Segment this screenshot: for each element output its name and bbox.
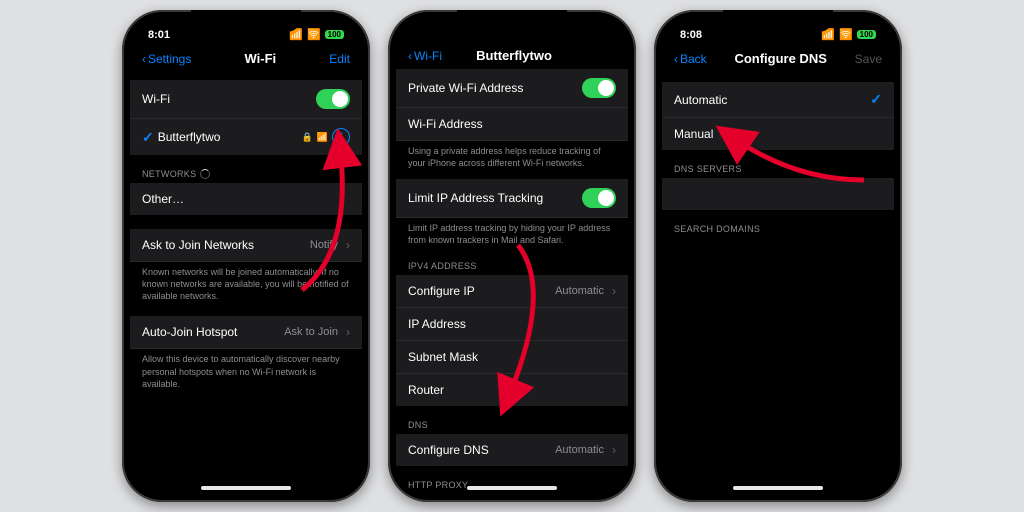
private-address-toggle[interactable] — [582, 78, 616, 98]
wifi-signal-icon: 📶 — [317, 132, 328, 143]
network-name: Butterflytwo — [158, 130, 221, 144]
nav-bar: ‹Wi-Fi Butterflytwo — [396, 42, 628, 71]
phone-network-details: ‹Wi-Fi Butterflytwo Private Wi-Fi Addres… — [388, 10, 636, 502]
other-network-row[interactable]: Other… — [130, 183, 362, 215]
chevron-right-icon: › — [346, 325, 350, 339]
wifi-icon: 🛜 — [839, 28, 853, 41]
hotspot-footer: Allow this device to automatically disco… — [130, 349, 362, 389]
wifi-address-row: Wi-Fi Address — [396, 108, 628, 141]
battery-icon: 100 — [857, 30, 876, 39]
ask-footer: Known networks will be joined automatica… — [130, 262, 362, 302]
save-button[interactable]: Save — [855, 52, 882, 66]
clock: 8:08 — [680, 29, 702, 41]
page-title: Configure DNS — [734, 51, 826, 66]
wifi-label: Wi-Fi — [142, 92, 170, 106]
chevron-left-icon: ‹ — [674, 52, 678, 66]
checkmark-icon: ✓ — [870, 91, 882, 108]
lock-icon: 🔒 — [302, 132, 313, 143]
ipv4-header: IPV4 ADDRESS — [396, 261, 628, 275]
clock: 8:01 — [148, 29, 170, 41]
dns-servers-header: DNS SERVERS — [662, 164, 894, 178]
address-footer: Using a private address helps reduce tra… — [396, 141, 628, 169]
dns-server-placeholder — [662, 178, 894, 210]
info-icon[interactable]: i — [332, 128, 350, 146]
wifi-toggle[interactable] — [316, 89, 350, 109]
configure-dns-row[interactable]: Configure DNS Automatic› — [396, 434, 628, 466]
wifi-icon: 🛜 — [307, 28, 321, 41]
ip-address-row: IP Address — [396, 308, 628, 341]
home-indicator[interactable] — [467, 486, 557, 490]
wifi-toggle-row[interactable]: Wi-Fi — [130, 80, 362, 119]
home-indicator[interactable] — [733, 486, 823, 490]
phone-wifi-settings: 8:01 📶 🛜 100 ‹Settings Wi-Fi Edit Wi-Fi — [122, 10, 370, 502]
nav-bar: ‹Settings Wi-Fi Edit — [130, 45, 362, 74]
configure-ip-row[interactable]: Configure IP Automatic› — [396, 275, 628, 308]
connected-network-row[interactable]: ✓ Butterflytwo 🔒 📶 i — [130, 119, 362, 155]
notch — [191, 10, 301, 32]
search-domains-header: SEARCH DOMAINS — [662, 224, 894, 238]
notch — [723, 10, 833, 32]
battery-icon: 100 — [325, 30, 344, 39]
router-row: Router — [396, 374, 628, 406]
phone-configure-dns: 8:08 📶 🛜 100 ‹Back Configure DNS Save Au… — [654, 10, 902, 502]
page-title: Butterflytwo — [476, 48, 552, 63]
back-button[interactable]: ‹Wi-Fi — [408, 49, 442, 63]
limit-footer: Limit IP address tracking by hiding your… — [396, 218, 628, 246]
chevron-right-icon: › — [612, 443, 616, 457]
subnet-mask-row: Subnet Mask — [396, 341, 628, 374]
home-indicator[interactable] — [201, 486, 291, 490]
networks-header: NETWORKS — [130, 169, 362, 183]
chevron-right-icon: › — [346, 238, 350, 252]
checkmark-icon: ✓ — [142, 129, 154, 146]
chevron-left-icon: ‹ — [142, 52, 146, 66]
chevron-right-icon: › — [612, 284, 616, 298]
back-button[interactable]: ‹Settings — [142, 52, 191, 66]
chevron-left-icon: ‹ — [408, 49, 412, 63]
edit-button[interactable]: Edit — [329, 52, 350, 66]
back-button[interactable]: ‹Back — [674, 52, 707, 66]
limit-tracking-row[interactable]: Limit IP Address Tracking — [396, 179, 628, 218]
notch — [457, 10, 567, 32]
nav-bar: ‹Back Configure DNS Save — [662, 45, 894, 74]
limit-tracking-toggle[interactable] — [582, 188, 616, 208]
dns-header: DNS — [396, 420, 628, 434]
spinner-icon — [200, 169, 210, 179]
auto-join-hotspot-row[interactable]: Auto-Join Hotspot Ask to Join› — [130, 316, 362, 349]
private-address-row[interactable]: Private Wi-Fi Address — [396, 69, 628, 108]
ask-to-join-row[interactable]: Ask to Join Networks Notify› — [130, 229, 362, 262]
automatic-row[interactable]: Automatic ✓ — [662, 82, 894, 118]
page-title: Wi-Fi — [245, 51, 277, 66]
manual-row[interactable]: Manual — [662, 118, 894, 150]
